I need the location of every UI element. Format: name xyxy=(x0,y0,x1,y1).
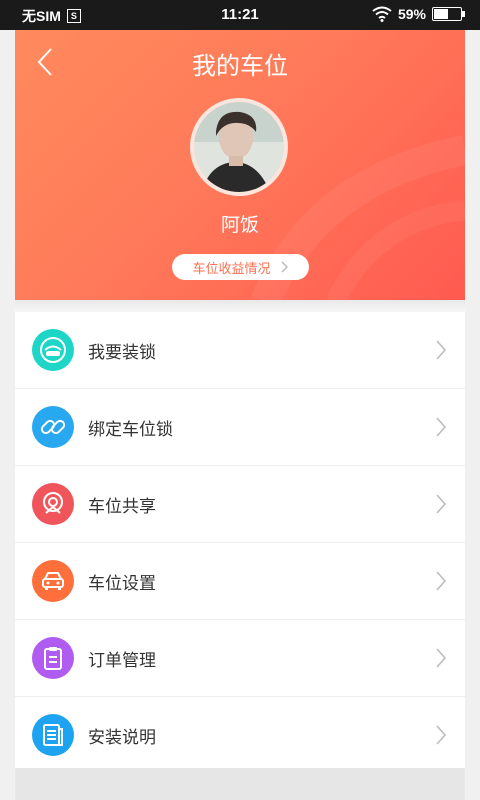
bottom-spacer xyxy=(15,768,465,800)
earnings-button[interactable]: 车位收益情况 xyxy=(172,254,309,280)
menu-list: 我要装锁 绑定车位锁 车位共享 车位设置 订单管理 安装说明 xyxy=(15,312,465,773)
menu-label: 绑定车位锁 xyxy=(88,420,173,440)
menu-item-install-lock[interactable]: 我要装锁 xyxy=(15,312,465,389)
status-bar: 无SIM S 11:21 59% xyxy=(0,0,480,30)
chevron-right-icon xyxy=(436,340,447,360)
menu-item-space-settings[interactable]: 车位设置 xyxy=(15,543,465,620)
earnings-label: 车位收益情况 xyxy=(192,261,271,277)
chevron-right-icon xyxy=(436,417,447,437)
chevron-right-icon xyxy=(436,494,447,514)
chevron-right-icon xyxy=(280,261,288,273)
page-title: 我的车位 xyxy=(192,52,288,80)
menu-item-bind-lock[interactable]: 绑定车位锁 xyxy=(15,389,465,466)
chevron-right-icon xyxy=(436,725,447,745)
menu-item-space-sharing[interactable]: 车位共享 xyxy=(15,466,465,543)
menu-label: 我要装锁 xyxy=(88,343,156,363)
chevron-right-icon xyxy=(436,571,447,591)
status-right: 59% xyxy=(372,6,465,22)
menu-item-order-management[interactable]: 订单管理 xyxy=(15,620,465,697)
link-icon xyxy=(32,406,74,448)
car-icon xyxy=(32,560,74,602)
menu-label: 车位设置 xyxy=(88,574,156,594)
avatar-image xyxy=(194,102,284,192)
avatar[interactable] xyxy=(190,98,288,196)
profile-header: 我的车位 阿饭 车位收益情况 xyxy=(15,30,465,302)
clipboard-icon xyxy=(32,637,74,679)
wifi-icon xyxy=(372,6,392,22)
battery-percent: 59% xyxy=(397,6,426,22)
menu-item-install-guide[interactable]: 安装说明 xyxy=(15,697,465,773)
chevron-right-icon xyxy=(436,648,447,668)
menu-label: 订单管理 xyxy=(88,651,156,671)
header-shadow xyxy=(15,300,465,312)
document-icon xyxy=(32,714,74,756)
menu-label: 安装说明 xyxy=(88,728,156,748)
menu-label: 车位共享 xyxy=(88,497,156,517)
car-lock-icon xyxy=(32,329,74,371)
battery-icon xyxy=(432,7,465,21)
battery-fill xyxy=(434,9,448,19)
username: 阿饭 xyxy=(220,214,259,236)
location-pin-icon xyxy=(32,483,74,525)
